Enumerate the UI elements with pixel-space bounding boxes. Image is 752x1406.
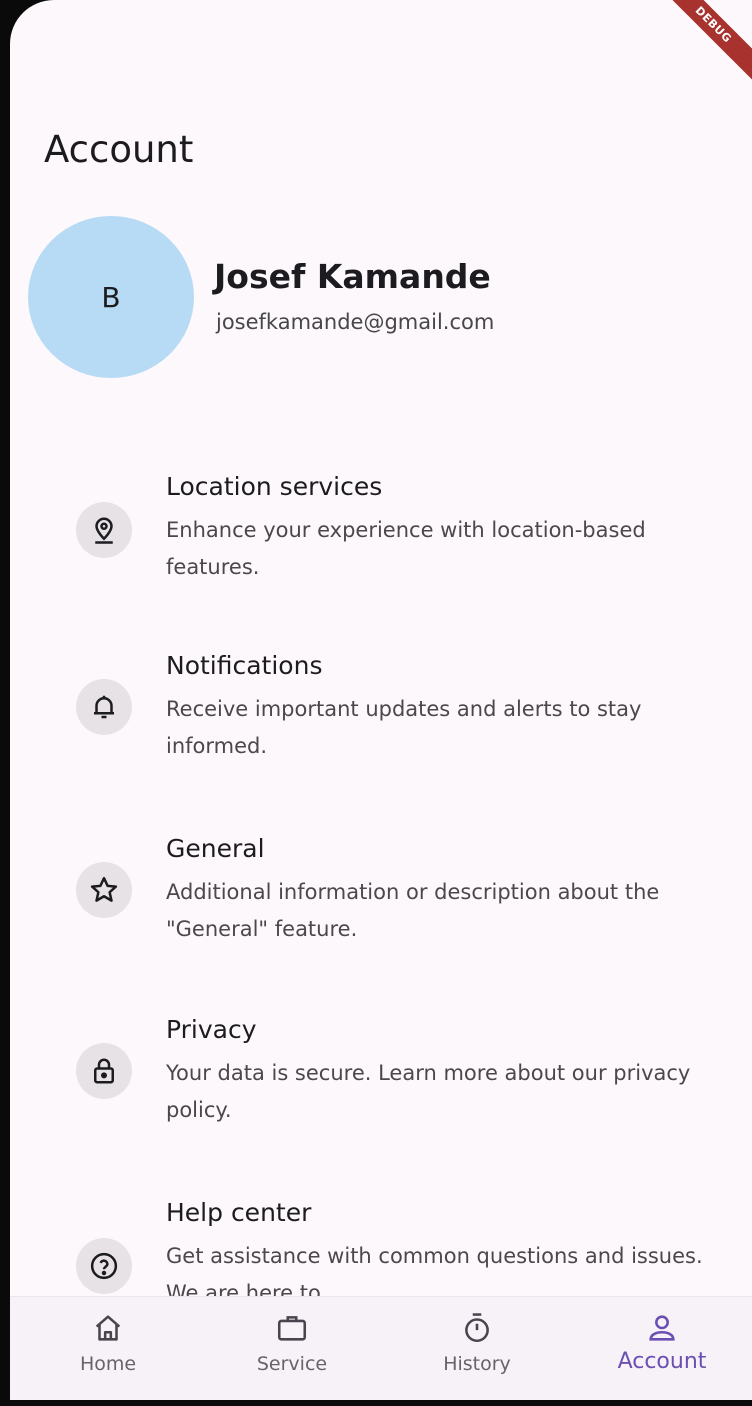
home-icon [38, 1311, 178, 1345]
setting-description: Additional information or description ab… [166, 880, 660, 941]
setting-title: Privacy [166, 1015, 257, 1044]
setting-location-services[interactable]: Location services Enhance your experienc… [76, 472, 736, 612]
setting-notifications[interactable]: Notifications Receive important updates … [76, 651, 736, 791]
nav-item-account[interactable]: Account [592, 1311, 732, 1391]
setting-title: General [166, 834, 265, 863]
app-screen: DEBUG Account B Josef Kamande josefkaman… [10, 0, 752, 1400]
briefcase-icon [222, 1311, 362, 1345]
setting-title: Help center [166, 1198, 312, 1227]
setting-description: Enhance your experience with location-ba… [166, 518, 646, 579]
lock-icon [76, 1043, 132, 1099]
setting-general[interactable]: General Additional information or descri… [76, 834, 736, 974]
nav-label: Home [79, 1353, 137, 1375]
nav-label: Account [617, 1349, 707, 1374]
setting-privacy[interactable]: Privacy Your data is secure. Learn more … [76, 1015, 736, 1155]
nav-item-service[interactable]: Service [222, 1311, 362, 1391]
person-icon [592, 1311, 732, 1345]
location-pin-icon [76, 502, 132, 558]
nav-item-history[interactable]: History [407, 1311, 547, 1391]
nav-label: Service [256, 1353, 328, 1375]
bottom-navigation-bar: Home Service History Account [10, 1296, 752, 1400]
help-icon [76, 1238, 132, 1294]
nav-label: History [443, 1353, 511, 1375]
star-icon [76, 862, 132, 918]
nav-item-home[interactable]: Home [38, 1311, 178, 1391]
settings-list: Location services Enhance your experienc… [10, 0, 752, 1305]
bell-icon [76, 679, 132, 735]
setting-description: Receive important updates and alerts to … [166, 697, 642, 758]
setting-title: Notifications [166, 651, 323, 680]
setting-description: Your data is secure. Learn more about ou… [166, 1061, 691, 1122]
setting-title: Location services [166, 472, 383, 501]
stopwatch-icon [407, 1311, 547, 1345]
